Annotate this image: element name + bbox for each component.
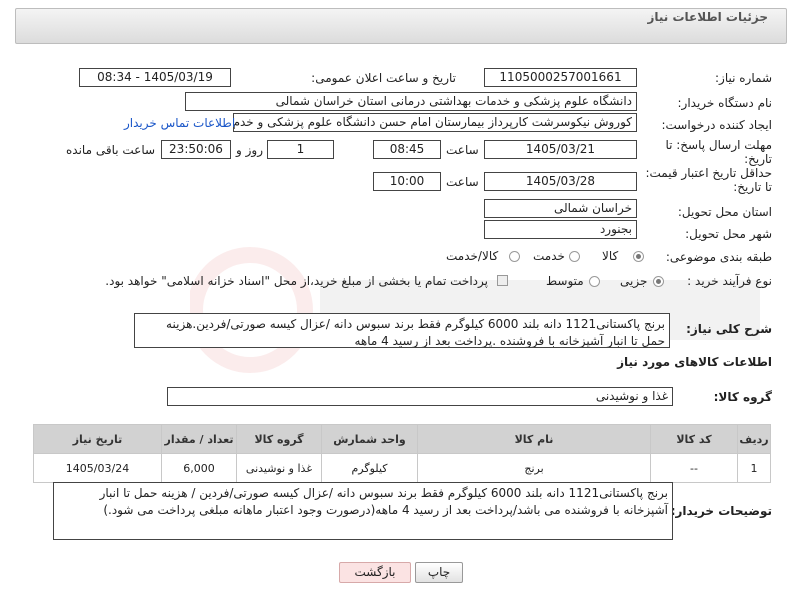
process-radio-minor[interactable] xyxy=(653,276,664,287)
general-description-field[interactable]: برنج پاکستانی1121 دانه بلند 6000 کیلوگرم… xyxy=(134,313,670,348)
reply-deadline-label-2: تاریخ: xyxy=(744,152,772,166)
announce-datetime-label: تاریخ و ساعت اعلان عمومی: xyxy=(311,71,456,85)
cell-name: برنج xyxy=(417,453,651,483)
category-radio-goods-service[interactable] xyxy=(509,251,520,262)
category-radio-goods[interactable] xyxy=(633,251,644,262)
goods-section-title: اطلاعات کالاهای مورد نیاز xyxy=(617,355,772,369)
category-label: طبقه بندی موضوعی: xyxy=(665,250,772,264)
reply-time-label: ساعت xyxy=(446,143,479,157)
goods-group-field[interactable]: غذا و نوشیدنی xyxy=(167,387,673,406)
category-radio-service[interactable] xyxy=(569,251,580,262)
need-number-label: شماره نیاز: xyxy=(715,71,772,85)
buyer-org-label: نام دستگاه خریدار: xyxy=(677,96,773,110)
category-option-goods-service: کالا/خدمت xyxy=(446,249,499,263)
process-radio-medium[interactable] xyxy=(589,276,600,287)
process-option-medium: متوسط xyxy=(546,274,584,288)
category-option-goods: کالا xyxy=(602,249,619,263)
general-description-label: شرح کلی نیاز: xyxy=(686,322,772,336)
col-unit: واحد شمارش xyxy=(321,424,418,454)
category-option-service: خدمت xyxy=(533,249,565,263)
remaining-label: ساعت باقی مانده xyxy=(66,143,156,157)
reply-days-field[interactable]: 1 xyxy=(267,140,334,159)
requester-label: ایجاد کننده درخواست: xyxy=(661,118,772,132)
delivery-city-label: شهر محل تحویل: xyxy=(685,227,772,241)
page-title: جزئیات اطلاعات نیاز xyxy=(647,10,768,24)
items-table-header: ردیف کد کالا نام کالا واحد شمارش گروه کا… xyxy=(33,424,771,454)
table-row[interactable]: 1 -- برنج کیلوگرم غذا و نوشیدنی 6,000 14… xyxy=(33,453,771,483)
buyer-notes-label: توضیحات خریدار: xyxy=(670,504,772,518)
purchase-process-label: نوع فرآیند خرید : xyxy=(687,274,772,288)
remaining-time-field[interactable]: 23:50:06 xyxy=(161,140,231,159)
price-validity-date-field[interactable]: 1405/03/28 xyxy=(484,172,637,191)
need-number-field[interactable]: 1105000257001661 xyxy=(484,68,637,87)
col-need-date: تاریخ نیاز xyxy=(33,424,162,454)
buyer-org-field[interactable]: دانشگاه علوم پزشکی و خدمات بهداشتی درمان… xyxy=(185,92,637,111)
print-button[interactable]: چاپ xyxy=(415,562,463,583)
reply-deadline-date-field[interactable]: 1405/03/21 xyxy=(484,140,637,159)
requester-field[interactable]: کوروش نیکوسرشت کارپرداز بیمارستان امام ح… xyxy=(233,113,637,132)
delivery-province-label: استان محل تحویل: xyxy=(677,205,772,219)
buyer-notes-field[interactable]: برنج پاکستانی1121 دانه بلند 6000 کیلوگرم… xyxy=(53,482,673,540)
back-button[interactable]: بازگشت xyxy=(339,562,411,583)
price-time-label: ساعت xyxy=(446,175,479,189)
announce-datetime-field[interactable]: 1405/03/19 - 08:34 xyxy=(79,68,231,87)
items-table: ردیف کد کالا نام کالا واحد شمارش گروه کا… xyxy=(33,424,771,483)
cell-quantity: 6,000 xyxy=(161,453,237,483)
price-validity-time-field[interactable]: 10:00 xyxy=(373,172,441,191)
reply-deadline-label: مهلت ارسال پاسخ: تا xyxy=(665,138,772,152)
treasury-checkbox[interactable] xyxy=(497,275,508,286)
process-option-minor: جزیی xyxy=(620,274,648,288)
price-validity-label: حداقل تاریخ اعتبار قیمت: xyxy=(645,166,772,180)
cell-unit: کیلوگرم xyxy=(321,453,418,483)
cell-row: 1 xyxy=(737,453,771,483)
delivery-city-field[interactable]: بجنورد xyxy=(484,220,637,239)
col-code: کد کالا xyxy=(650,424,738,454)
col-quantity: تعداد / مقدار xyxy=(161,424,237,454)
reply-deadline-time-field[interactable]: 08:45 xyxy=(373,140,441,159)
days-label: روز و xyxy=(236,143,263,157)
treasury-note: پرداخت تمام یا بخشی از مبلغ خرید،از محل … xyxy=(105,274,488,288)
cell-code: -- xyxy=(650,453,738,483)
col-group: گروه کالا xyxy=(236,424,322,454)
buyer-contact-link[interactable]: اطلاعات تماس خریدار xyxy=(124,116,235,130)
col-row: ردیف xyxy=(737,424,771,454)
price-validity-label-2: تا تاریخ: xyxy=(733,180,772,194)
cell-need-date: 1405/03/24 xyxy=(33,453,162,483)
cell-group: غذا و نوشیدنی xyxy=(236,453,322,483)
delivery-province-field[interactable]: خراسان شمالی xyxy=(484,199,637,218)
col-name: نام کالا xyxy=(417,424,651,454)
goods-group-label: گروه کالا: xyxy=(713,390,772,404)
